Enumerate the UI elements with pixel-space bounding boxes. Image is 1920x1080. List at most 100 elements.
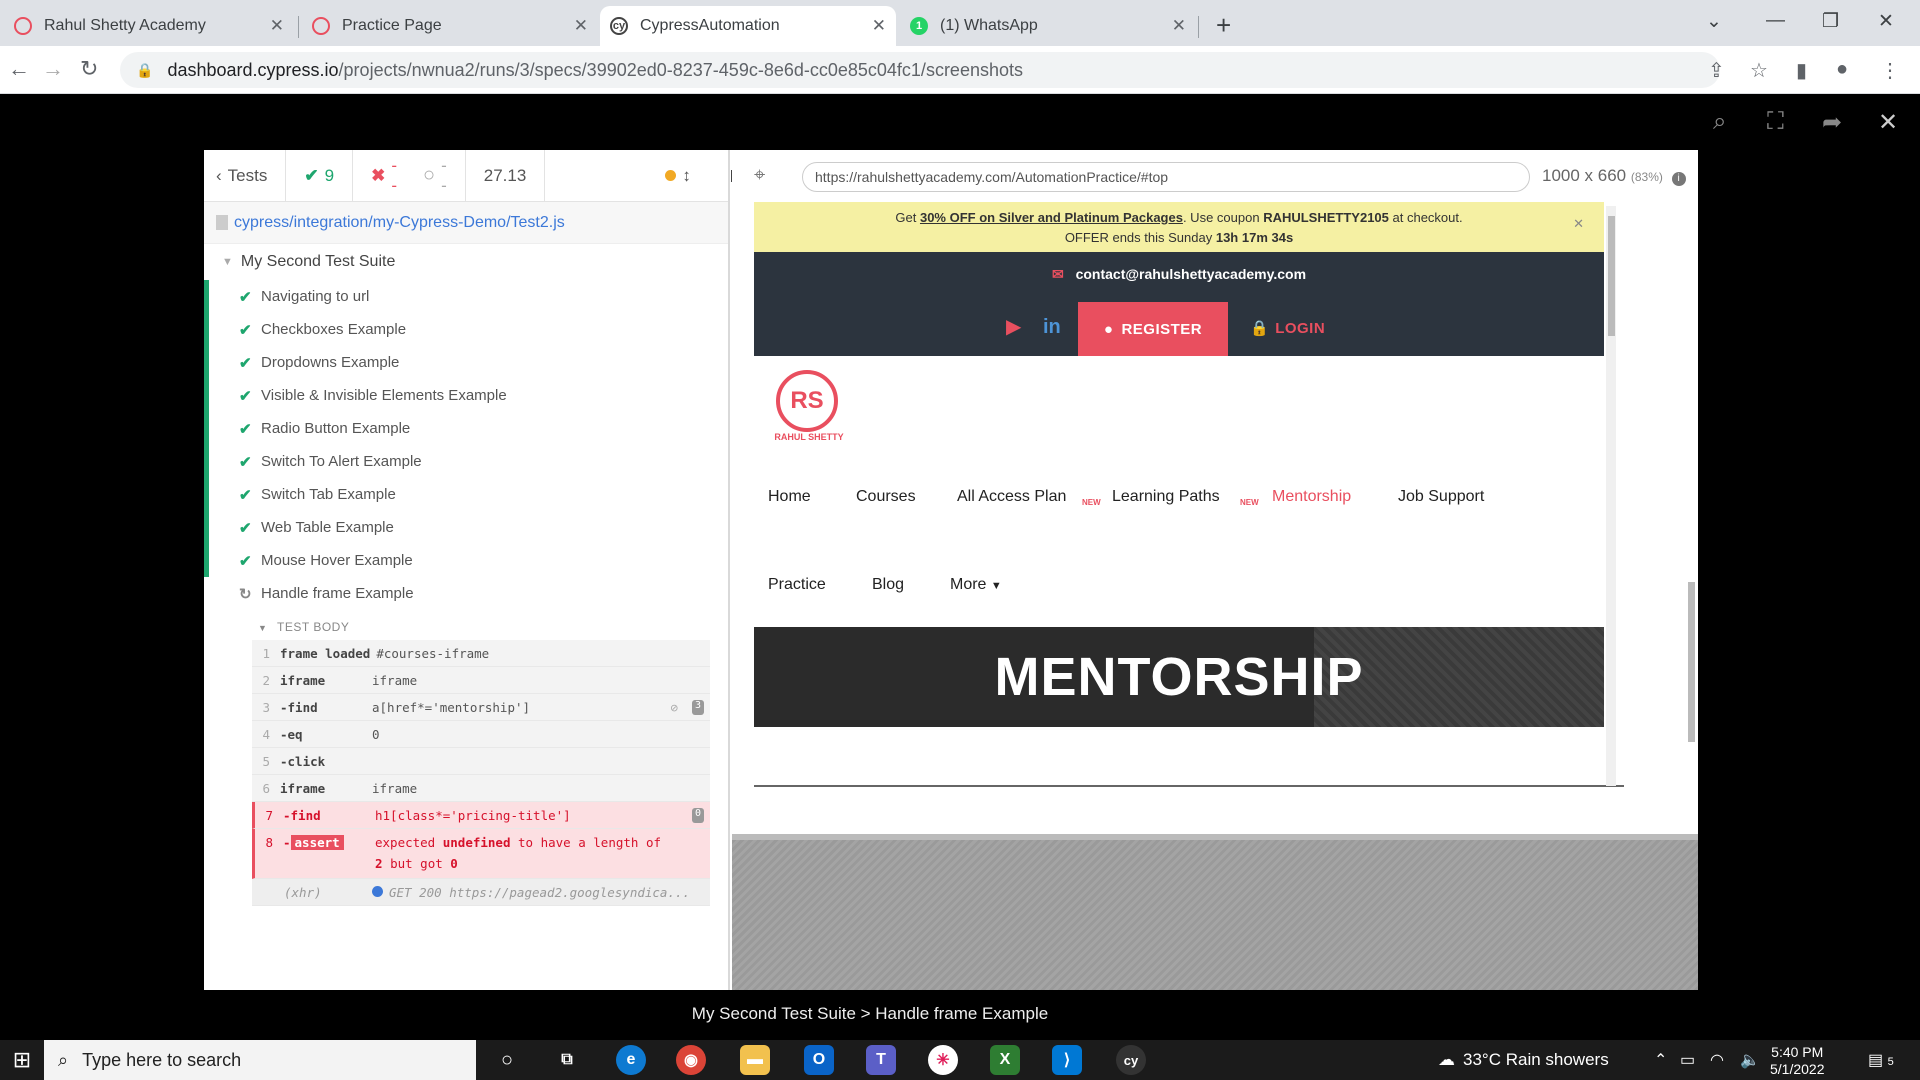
assert-tag: assert	[290, 835, 344, 850]
command-message: 0	[372, 727, 380, 742]
menu-kebab-icon[interactable]: ⋮	[1880, 58, 1900, 83]
nav-home[interactable]: Home	[768, 488, 811, 506]
minimize-button[interactable]: —	[1766, 10, 1785, 32]
chevron-up-icon[interactable]: ⌃	[1654, 1050, 1667, 1070]
info-icon[interactable]: i	[1671, 172, 1686, 186]
test-row[interactable]: ✔ Web Table Example	[204, 511, 728, 544]
nav-courses[interactable]: Courses	[856, 488, 916, 506]
rahul-shetty-logo[interactable]: RS RAHUL SHETTY	[768, 370, 850, 452]
close-icon[interactable]: ✕	[1573, 214, 1584, 234]
auto-scroll-icon[interactable]: ↕	[682, 166, 691, 186]
slack-icon[interactable]: ✳	[928, 1045, 958, 1075]
command-row[interactable]: 1 frame loaded #courses-iframe	[252, 640, 710, 667]
test-row[interactable]: ✔ Mouse Hover Example	[204, 544, 728, 577]
linkedin-icon[interactable]: in	[1043, 316, 1061, 338]
aut-scrollbar-thumb[interactable]	[1688, 582, 1695, 742]
wifi-icon[interactable]: ◠	[1710, 1050, 1724, 1070]
tab-whatsapp[interactable]: 1 (1) WhatsApp ✕	[900, 6, 1196, 46]
volume-icon[interactable]: 🔈	[1740, 1050, 1760, 1070]
nav-all-access-plan[interactable]: All Access Plan	[957, 488, 1066, 506]
edge-icon[interactable]: e	[616, 1045, 646, 1075]
nav-learning-paths[interactable]: Learning Paths	[1112, 488, 1220, 506]
tab-search-chevron-icon[interactable]: ⌄	[1706, 10, 1722, 33]
command-row[interactable]: 6 iframe iframe	[252, 775, 710, 802]
test-row[interactable]: ✔ Switch Tab Example	[204, 478, 728, 511]
teams-icon[interactable]: T	[866, 1045, 896, 1075]
tests-button[interactable]: ‹ Tests	[204, 149, 287, 202]
command-row[interactable]: 4 -eq 0	[252, 721, 710, 748]
profile-avatar-icon[interactable]: ●	[1836, 58, 1848, 81]
command-row[interactable]: 5 -click	[252, 748, 710, 775]
spec-file-path[interactable]: cypress/integration/my-Cypress-Demo/Test…	[204, 202, 728, 244]
command-row[interactable]: 3 -find a[href*='mentorship'] ⊘ 3	[252, 694, 710, 721]
assert-row-failed[interactable]: 8 - assert expected undefined to have a l…	[252, 829, 710, 879]
windows-start-button[interactable]: ⊞	[0, 1040, 44, 1080]
close-icon[interactable]: ✕	[270, 16, 284, 36]
nav-more[interactable]: More ▼	[950, 576, 1002, 594]
weather-widget[interactable]: ☁ 33°C Rain showers	[1438, 1050, 1609, 1070]
tab-rahul-shetty-academy[interactable]: Rahul Shetty Academy ✕	[4, 6, 294, 46]
contact-email[interactable]: ✉ contact@rahulshettyacademy.com	[754, 266, 1604, 283]
side-panel-icon[interactable]: ▮	[1796, 58, 1807, 83]
vscode-icon[interactable]: ⟩	[1052, 1045, 1082, 1075]
chrome-icon[interactable]: ◉	[676, 1045, 706, 1075]
fullscreen-icon[interactable]: ⛶	[1767, 108, 1784, 136]
test-body-label[interactable]: ▼ TEST BODY	[204, 610, 728, 640]
selector-playground-icon[interactable]: ⌖	[754, 164, 765, 187]
share-arrow-icon[interactable]: ➦	[1822, 108, 1842, 137]
file-explorer-icon[interactable]: ▬	[740, 1045, 770, 1075]
notifications-icon[interactable]: ▤ 5	[1868, 1050, 1894, 1070]
task-view-icon[interactable]: ⧉	[552, 1045, 582, 1075]
nav-job-support[interactable]: Job Support	[1398, 488, 1484, 506]
new-tab-button[interactable]: +	[1216, 10, 1231, 41]
test-row[interactable]: ✔ Checkboxes Example	[204, 313, 728, 346]
tab-cypress-automation[interactable]: cy CypressAutomation ✕	[600, 6, 896, 46]
close-viewer-icon[interactable]: ✕	[1878, 108, 1898, 137]
promo-text: OFFER ends this Sunday	[1064, 230, 1213, 245]
duration: 27.13	[466, 149, 546, 202]
login-button[interactable]: 🔒 LOGIN	[1250, 319, 1325, 337]
test-row-running[interactable]: ↻ Handle frame Example	[204, 577, 728, 610]
command-row[interactable]: 2 iframe iframe	[252, 667, 710, 694]
close-icon[interactable]: ✕	[1172, 16, 1186, 36]
youtube-icon[interactable]: ▶	[1006, 316, 1021, 338]
excel-icon[interactable]: X	[990, 1045, 1020, 1075]
restore-button[interactable]: ❐	[1822, 10, 1839, 33]
caret-down-icon: ▼	[222, 256, 233, 268]
back-icon[interactable]: ←	[8, 56, 30, 82]
command-number: 5	[262, 754, 270, 769]
register-button[interactable]: ● REGISTER	[1078, 302, 1228, 356]
taskbar-search-input[interactable]: ⌕ Type here to search	[44, 1040, 476, 1080]
nav-practice[interactable]: Practice	[768, 576, 826, 594]
reload-icon[interactable]: ↻	[80, 56, 98, 82]
test-row[interactable]: ✔ Switch To Alert Example	[204, 445, 728, 478]
cypress-app-icon[interactable]: cy	[1116, 1045, 1146, 1075]
xhr-text: GET 200 https://pagead2.googlesyndica...	[389, 885, 691, 900]
test-row[interactable]: ✔ Navigating to url	[204, 280, 728, 313]
address-bar[interactable]: 🔒 dashboard.cypress.io/projects/nwnua2/r…	[120, 52, 1720, 88]
share-icon[interactable]: ⇪	[1708, 58, 1725, 83]
close-icon[interactable]: ✕	[574, 16, 588, 36]
battery-icon[interactable]: ▭	[1680, 1050, 1695, 1070]
test-row[interactable]: ✔ Radio Button Example	[204, 412, 728, 445]
close-icon[interactable]: ✕	[872, 16, 886, 36]
window-close-button[interactable]: ✕	[1878, 10, 1894, 33]
outlook-icon[interactable]: O	[804, 1045, 834, 1075]
promo-offer-link[interactable]: 30% OFF on Silver and Platinum Packages	[920, 210, 1183, 225]
aut-url-bar[interactable]: https://rahulshettyacademy.com/Automatio…	[802, 162, 1530, 192]
zoom-icon[interactable]: ⌕	[1713, 108, 1726, 136]
iframe-scrollbar-thumb[interactable]	[1608, 216, 1615, 336]
test-row[interactable]: ✔ Visible & Invisible Elements Example	[204, 379, 728, 412]
command-row-failed[interactable]: 7 -find h1[class*='pricing-title'] 0	[252, 802, 710, 829]
viewport-size: 1000 x 660 (83%) i	[1542, 166, 1686, 186]
forward-icon[interactable]: →	[42, 56, 64, 82]
nav-blog[interactable]: Blog	[872, 576, 904, 594]
nav-mentorship[interactable]: Mentorship	[1272, 488, 1351, 506]
suite-title[interactable]: ▼ My Second Test Suite	[204, 244, 728, 280]
cortana-icon[interactable]: ○	[492, 1045, 522, 1075]
system-clock[interactable]: 5:40 PM 5/1/2022	[1770, 1044, 1825, 1078]
bookmark-star-icon[interactable]: ☆	[1750, 58, 1768, 83]
tab-practice-page[interactable]: Practice Page ✕	[302, 6, 598, 46]
test-row[interactable]: ✔ Dropdowns Example	[204, 346, 728, 379]
xhr-row[interactable]: (xhr) GET 200 https://pagead2.googlesynd…	[252, 879, 710, 906]
